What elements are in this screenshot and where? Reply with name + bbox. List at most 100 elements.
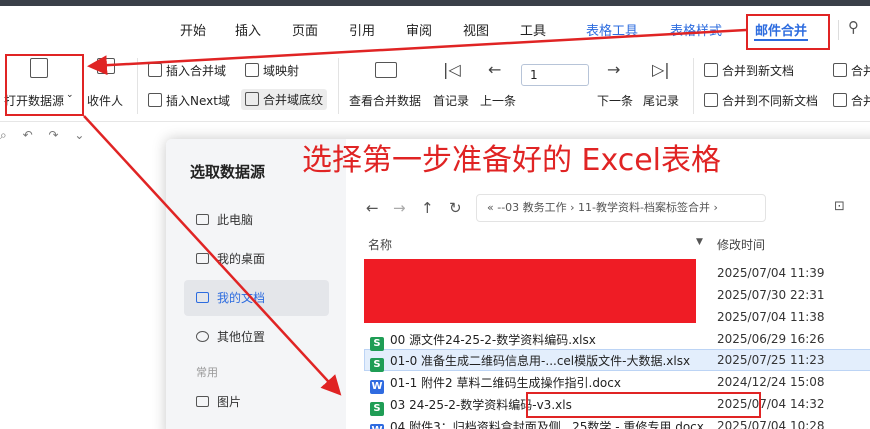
up-icon[interactable]: ↑ xyxy=(421,199,434,217)
file-date: 2025/07/30 22:31 xyxy=(717,288,825,302)
select-datasource-dialog: 选取数据源 此电脑 我的桌面 我的文档 其他位置 常用 图片 ← → ↑ ↻ «… xyxy=(166,139,870,429)
ribbon: 打开数据源 ⌄ 收件人 插入合并域 域映射 插入Next域 合并域底纹 查看合并… xyxy=(0,50,870,122)
file-row[interactable]: S 01-0 准备生成二维码信息用-...cel模版文件-大数据.xlsx xyxy=(370,352,690,372)
view-merged-icon xyxy=(375,62,397,78)
prev-record-button[interactable]: 上一条 xyxy=(480,92,516,109)
record-number-input[interactable]: 1 xyxy=(521,64,589,86)
new-folder-icon[interactable]: ⊡ xyxy=(834,199,845,214)
menu-insert[interactable]: 插入 xyxy=(235,20,261,39)
search-icon[interactable]: ⚲ xyxy=(848,18,859,36)
redacted-rows xyxy=(364,259,696,323)
find-icon[interactable]: ⌕ xyxy=(0,128,13,142)
merge-more-button[interactable]: 合并 xyxy=(833,62,870,79)
insert-merge-field-button[interactable]: 插入合并域 xyxy=(148,62,226,79)
file-date: 2025/07/25 11:23 xyxy=(717,353,825,367)
merge-more-button[interactable]: 合并 xyxy=(833,92,870,109)
file-name: 01-1 附件2 草料二维码生成操作指引.docx xyxy=(390,376,621,390)
divider xyxy=(838,20,839,40)
recipient-button[interactable]: 收件人 xyxy=(87,92,123,109)
file-date: 2025/06/29 16:26 xyxy=(717,332,825,346)
word-doc-icon: W xyxy=(370,380,384,394)
menu-view[interactable]: 视图 xyxy=(463,20,489,39)
file-date: 2024/12/24 15:08 xyxy=(717,375,825,389)
arrow-left-icon[interactable]: ← xyxy=(488,60,501,79)
open-datasource-highlight-box xyxy=(5,54,84,116)
undo-icon[interactable]: ↶ xyxy=(23,128,39,142)
menu-tools[interactable]: 工具 xyxy=(520,20,546,39)
sidebar-item-documents[interactable]: 我的文档 xyxy=(184,280,329,316)
field-map-label: 域映射 xyxy=(263,64,300,78)
sidebar-item-pictures[interactable]: 图片 xyxy=(184,384,329,420)
sidebar-item-desktop[interactable]: 我的桌面 xyxy=(184,241,329,277)
insert-field-icon xyxy=(148,63,162,77)
menu-review[interactable]: 审阅 xyxy=(406,20,432,39)
file-name: 04 附件3：归档资料盒封面及侧...25数学 - 重修专用.docx xyxy=(390,420,704,429)
file-row[interactable]: S 00 源文件24-25-2-数学资料编码.xlsx xyxy=(370,331,596,351)
file-date: 2025/07/04 10:28 xyxy=(717,419,825,429)
menu-bar: 开始 插入 页面 引用 审阅 视图 工具 表格工具 表格样式 邮件合并 ⚲ xyxy=(0,6,870,50)
first-record-button[interactable]: 首记录 xyxy=(433,92,469,109)
computer-icon xyxy=(196,214,209,225)
merge-diff-icon xyxy=(704,93,718,107)
refresh-icon[interactable]: ↻ xyxy=(449,199,462,217)
shading-icon xyxy=(245,92,259,106)
sidebar-item-label: 此电脑 xyxy=(217,213,254,227)
field-map-button[interactable]: 域映射 xyxy=(245,62,299,79)
folder-icon xyxy=(196,292,209,303)
forward-icon[interactable]: → xyxy=(393,199,406,217)
merge-more-icon xyxy=(833,93,847,107)
menu-start[interactable]: 开始 xyxy=(180,20,206,39)
dialog-sidebar: 选取数据源 此电脑 我的桌面 我的文档 其他位置 常用 图片 xyxy=(166,139,346,429)
folder-icon xyxy=(196,253,209,264)
sidebar-item-label: 图片 xyxy=(217,395,242,409)
merge-doc-icon xyxy=(704,63,718,77)
breadcrumb[interactable]: « --03 教务工作 › 11-教学资料-档案标签合并 › xyxy=(476,194,766,222)
word-doc-icon: W xyxy=(370,424,384,429)
last-record-button[interactable]: 尾记录 xyxy=(643,92,679,109)
menu-table-tools[interactable]: 表格工具 xyxy=(586,20,638,39)
merge-shading-button[interactable]: 合并域底纹 xyxy=(241,89,328,110)
back-icon[interactable]: ← xyxy=(366,199,379,217)
chevron-down-icon[interactable]: ⌄ xyxy=(74,128,90,142)
insert-next-field-button[interactable]: 插入Next域 xyxy=(148,92,230,109)
spreadsheet-icon: S xyxy=(370,358,384,372)
target-file-highlight-box xyxy=(526,392,761,418)
menu-table-style[interactable]: 表格样式 xyxy=(670,20,722,39)
merge-more-label: 合并 xyxy=(851,94,870,108)
mail-merge-highlight-box xyxy=(746,14,830,50)
quick-access-bar: ⌕ ↶ ↷ ⌄ xyxy=(0,128,90,143)
sort-down-icon[interactable]: ▼ xyxy=(696,237,703,247)
last-record-icon[interactable]: ▷| xyxy=(652,60,670,79)
merge-more-label: 合并 xyxy=(851,64,870,78)
sidebar-item-this-pc[interactable]: 此电脑 xyxy=(184,202,329,238)
file-date: 2025/07/04 11:38 xyxy=(717,310,825,324)
menu-references[interactable]: 引用 xyxy=(349,20,375,39)
file-name: 00 源文件24-25-2-数学资料编码.xlsx xyxy=(390,333,596,347)
column-header-modified[interactable]: 修改时间 xyxy=(717,236,765,253)
arrow-right-icon[interactable]: → xyxy=(607,60,620,79)
merge-shading-label: 合并域底纹 xyxy=(263,93,324,107)
sidebar-item-label: 我的文档 xyxy=(217,291,266,305)
sidebar-item-other-locations[interactable]: 其他位置 xyxy=(184,319,329,355)
divider xyxy=(693,58,694,114)
file-row[interactable]: W 01-1 附件2 草料二维码生成操作指引.docx xyxy=(370,374,621,394)
merge-to-new-doc-button[interactable]: 合并到新文档 xyxy=(704,62,794,79)
divider xyxy=(137,58,138,114)
spreadsheet-icon: S xyxy=(370,337,384,351)
merge-more-icon xyxy=(833,63,847,77)
insert-next-icon xyxy=(148,93,162,107)
view-merged-button[interactable]: 查看合并数据 xyxy=(349,92,421,109)
sidebar-item-label: 我的桌面 xyxy=(217,252,266,266)
mail-icon xyxy=(97,58,115,74)
file-date: 2025/07/04 11:39 xyxy=(717,266,825,280)
first-record-icon[interactable]: |◁ xyxy=(443,60,461,79)
merge-to-diff-doc-button[interactable]: 合并到不同新文档 xyxy=(704,92,818,109)
field-map-icon xyxy=(245,63,259,77)
column-header-name[interactable]: 名称 xyxy=(368,236,392,253)
menu-page[interactable]: 页面 xyxy=(292,20,318,39)
next-record-button[interactable]: 下一条 xyxy=(597,92,633,109)
redo-icon[interactable]: ↷ xyxy=(48,128,64,142)
file-row[interactable]: W 04 附件3：归档资料盒封面及侧...25数学 - 重修专用.docx xyxy=(370,418,704,429)
dialog-file-pane: ← → ↑ ↻ « --03 教务工作 › 11-教学资料-档案标签合并 › ⊡… xyxy=(346,139,870,429)
merge-new-doc-label: 合并到新文档 xyxy=(722,64,795,78)
